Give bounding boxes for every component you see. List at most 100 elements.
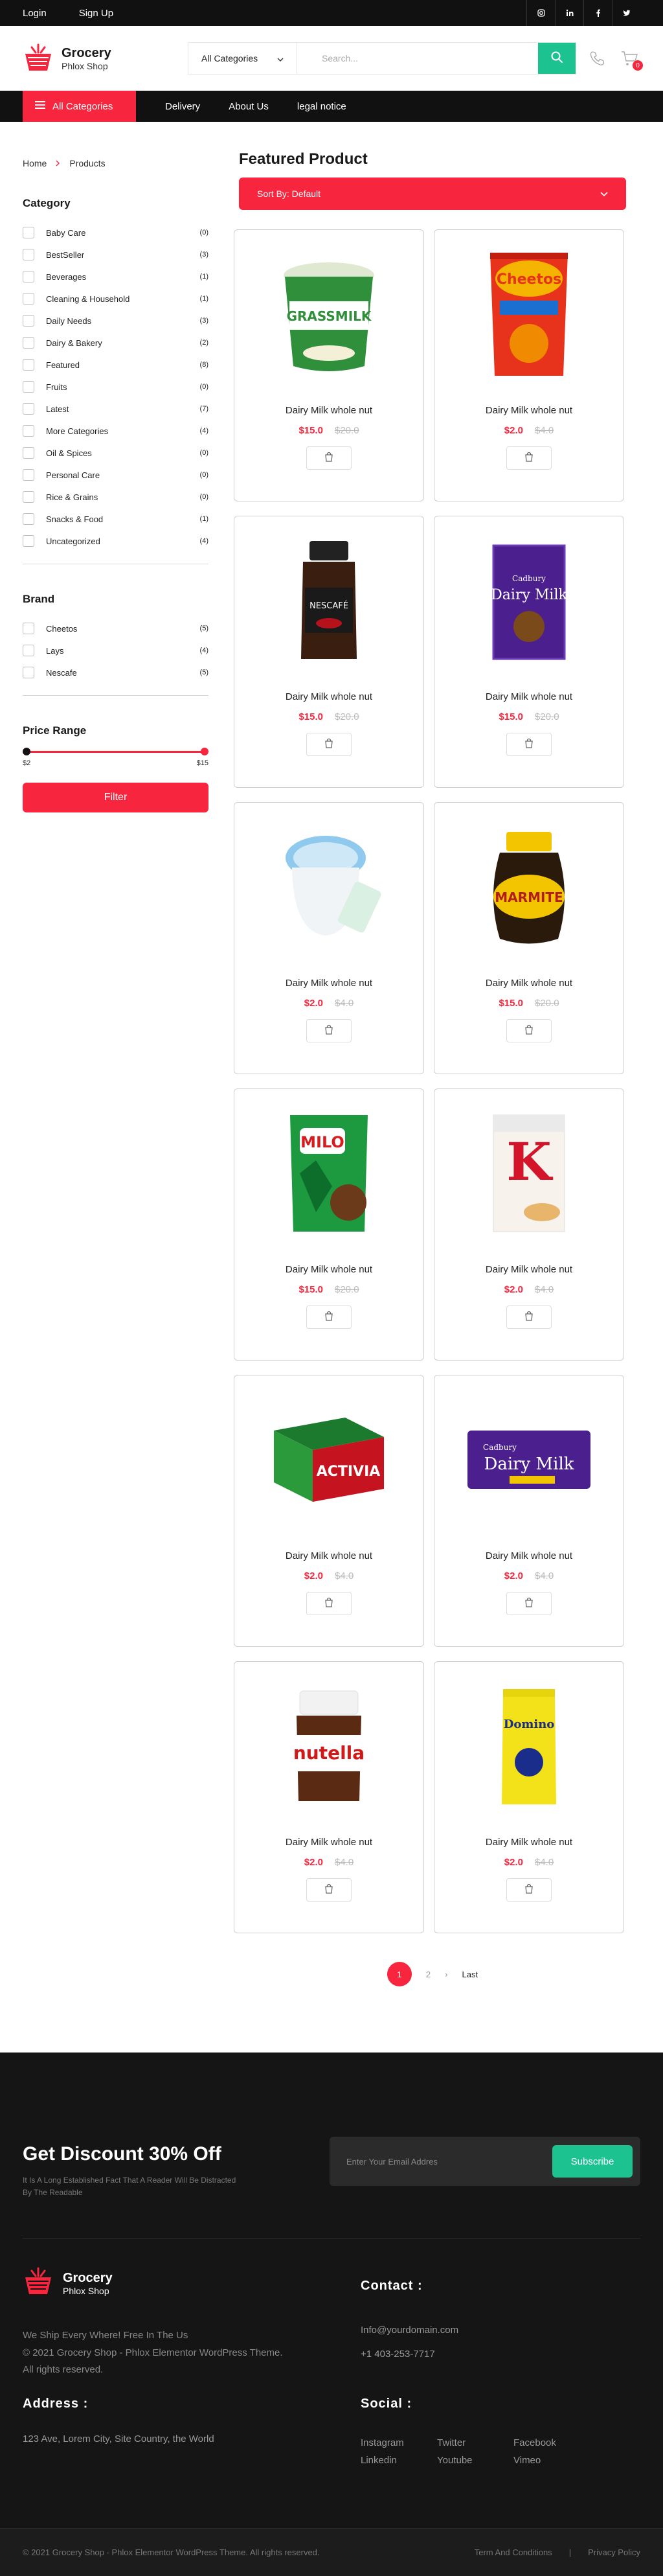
checkbox[interactable] xyxy=(23,623,34,634)
product-card[interactable]: Cadbury Dairy Milk Dairy Milk whole nut $15… xyxy=(434,516,624,788)
product-name[interactable]: Dairy Milk whole nut xyxy=(286,978,372,989)
category-filter-featured[interactable]: Featured (8) xyxy=(23,354,208,376)
add-to-cart-button[interactable] xyxy=(506,1019,552,1042)
product-name[interactable]: Dairy Milk whole nut xyxy=(286,691,372,702)
category-filter-rice-and-grains[interactable]: Rice & Grains (0) xyxy=(23,486,208,508)
product-image-milo-pouch[interactable]: MILO xyxy=(264,1102,394,1245)
product-image-dairymilk-bar[interactable]: Cadbury Dairy Milk xyxy=(464,1388,594,1531)
add-to-cart-button[interactable] xyxy=(506,1305,552,1329)
product-card[interactable]: K Dairy Milk whole nut $2.0 $4.0 xyxy=(434,1088,624,1361)
checkbox[interactable] xyxy=(23,315,34,327)
instagram-icon[interactable] xyxy=(526,0,555,26)
product-image-nescafe-jar[interactable]: NESCAFÉ xyxy=(264,529,394,672)
social-link-twitter[interactable]: Twitter xyxy=(437,2437,513,2448)
nav-link-legal-notice[interactable]: legal notice xyxy=(297,101,346,112)
social-link-linkedin[interactable]: Linkedin xyxy=(361,2455,437,2466)
product-card[interactable]: MILO Dairy Milk whole nut $15.0 $20.0 xyxy=(234,1088,424,1361)
breadcrumb-home[interactable]: Home xyxy=(23,158,47,168)
filter-button[interactable]: Filter xyxy=(23,783,208,812)
add-to-cart-button[interactable] xyxy=(306,1019,352,1042)
category-filter-cleaning-and-household[interactable]: Cleaning & Household (1) xyxy=(23,288,208,310)
product-name[interactable]: Dairy Milk whole nut xyxy=(486,691,572,702)
product-image-special-k-box[interactable]: K xyxy=(464,1102,594,1245)
category-filter-latest[interactable]: Latest (7) xyxy=(23,398,208,420)
category-select[interactable]: All Categories xyxy=(188,43,297,74)
page-2-button[interactable]: 2 xyxy=(426,1970,431,1979)
product-card[interactable]: NESCAFÉ Dairy Milk whole nut $15.0 $20.0 xyxy=(234,516,424,788)
product-name[interactable]: Dairy Milk whole nut xyxy=(286,405,372,416)
search-input[interactable]: Search... xyxy=(297,43,538,74)
category-filter-baby-care[interactable]: Baby Care (0) xyxy=(23,222,208,244)
social-link-instagram[interactable]: Instagram xyxy=(361,2437,437,2448)
add-to-cart-button[interactable] xyxy=(306,733,352,756)
terms-link[interactable]: Term And Conditions xyxy=(475,2547,552,2557)
product-name[interactable]: Dairy Milk whole nut xyxy=(486,1837,572,1848)
product-name[interactable]: Dairy Milk whole nut xyxy=(286,1264,372,1275)
product-card[interactable]: Cheetos Dairy Milk whole nut $2.0 $4.0 xyxy=(434,229,624,501)
product-name[interactable]: Dairy Milk whole nut xyxy=(486,1264,572,1275)
checkbox[interactable] xyxy=(23,667,34,678)
product-image-marmite-jar[interactable]: MARMITE xyxy=(464,816,594,958)
add-to-cart-button[interactable] xyxy=(306,1305,352,1329)
add-to-cart-button[interactable] xyxy=(506,733,552,756)
category-filter-beverages[interactable]: Beverages (1) xyxy=(23,266,208,288)
checkbox[interactable] xyxy=(23,513,34,525)
product-image-cheetos-bag[interactable]: Cheetos xyxy=(464,243,594,385)
checkbox[interactable] xyxy=(23,403,34,415)
category-filter-fruits[interactable]: Fruits (0) xyxy=(23,376,208,398)
product-card[interactable]: Dairy Milk whole nut $2.0 $4.0 xyxy=(234,802,424,1074)
checkbox[interactable] xyxy=(23,271,34,282)
login-link[interactable]: Login xyxy=(23,8,47,19)
cart-icon[interactable]: 0 xyxy=(618,47,643,71)
add-to-cart-button[interactable] xyxy=(306,1878,352,1902)
add-to-cart-button[interactable] xyxy=(306,1592,352,1615)
product-card[interactable]: ACTIVIA Dairy Milk whole nut $2.0 $4.0 xyxy=(234,1375,424,1647)
checkbox[interactable] xyxy=(23,469,34,481)
brand-filter-nescafe[interactable]: Nescafe (5) xyxy=(23,661,208,684)
social-link-youtube[interactable]: Youtube xyxy=(437,2455,513,2466)
last-page-button[interactable]: Last xyxy=(462,1970,478,1979)
product-image-blue-jar[interactable] xyxy=(264,816,394,958)
product-image-nutella-jar[interactable]: nutella xyxy=(264,1675,394,1817)
add-to-cart-button[interactable] xyxy=(506,1592,552,1615)
checkbox[interactable] xyxy=(23,535,34,547)
category-filter-snacks-and-food[interactable]: Snacks & Food (1) xyxy=(23,508,208,530)
product-card[interactable]: nutella Dairy Milk whole nut $2.0 $4.0 xyxy=(234,1661,424,1933)
brand-filter-cheetos[interactable]: Cheetos (5) xyxy=(23,617,208,639)
next-page-arrow[interactable]: › xyxy=(445,1970,447,1979)
nav-link-delivery[interactable]: Delivery xyxy=(165,101,200,112)
price-max-handle[interactable] xyxy=(201,748,208,755)
contact-phone[interactable]: +1 403-253-7717 xyxy=(361,2346,640,2363)
linkedin-icon[interactable] xyxy=(555,0,583,26)
price-range-slider[interactable] xyxy=(23,744,208,759)
add-to-cart-button[interactable] xyxy=(506,446,552,470)
product-name[interactable]: Dairy Milk whole nut xyxy=(486,405,572,416)
sort-dropdown[interactable]: Sort By: Default xyxy=(239,178,626,210)
contact-email[interactable]: Info@yourdomain.com xyxy=(361,2322,640,2339)
page-1-button[interactable]: 1 xyxy=(387,1962,412,1986)
phone-icon[interactable] xyxy=(586,47,608,69)
checkbox[interactable] xyxy=(23,337,34,349)
twitter-icon[interactable] xyxy=(612,0,640,26)
price-min-handle[interactable] xyxy=(23,748,30,755)
product-name[interactable]: Dairy Milk whole nut xyxy=(286,1550,372,1561)
checkbox[interactable] xyxy=(23,447,34,459)
footer-logo[interactable]: Grocery Phlox Shop xyxy=(23,2267,361,2300)
checkbox[interactable] xyxy=(23,491,34,503)
add-to-cart-button[interactable] xyxy=(506,1878,552,1902)
checkbox[interactable] xyxy=(23,227,34,238)
category-filter-more-categories[interactable]: More Categories (4) xyxy=(23,420,208,442)
facebook-icon[interactable] xyxy=(583,0,612,26)
product-card[interactable]: Domino Dairy Milk whole nut $2.0 $4.0 xyxy=(434,1661,624,1933)
signup-link[interactable]: Sign Up xyxy=(79,8,113,19)
product-image-grassmilk-tub[interactable]: GRASSMILK xyxy=(264,243,394,385)
social-link-vimeo[interactable]: Vimeo xyxy=(513,2455,590,2466)
product-image-activia-pack[interactable]: ACTIVIA xyxy=(264,1388,394,1531)
brand-filter-lays[interactable]: Lays (4) xyxy=(23,639,208,661)
all-categories-button[interactable]: All Categories xyxy=(23,91,136,122)
product-name[interactable]: Dairy Milk whole nut xyxy=(286,1837,372,1848)
checkbox[interactable] xyxy=(23,249,34,260)
checkbox[interactable] xyxy=(23,425,34,437)
category-filter-oil-and-spices[interactable]: Oil & Spices (0) xyxy=(23,442,208,464)
category-filter-uncategorized[interactable]: Uncategorized (4) xyxy=(23,530,208,552)
